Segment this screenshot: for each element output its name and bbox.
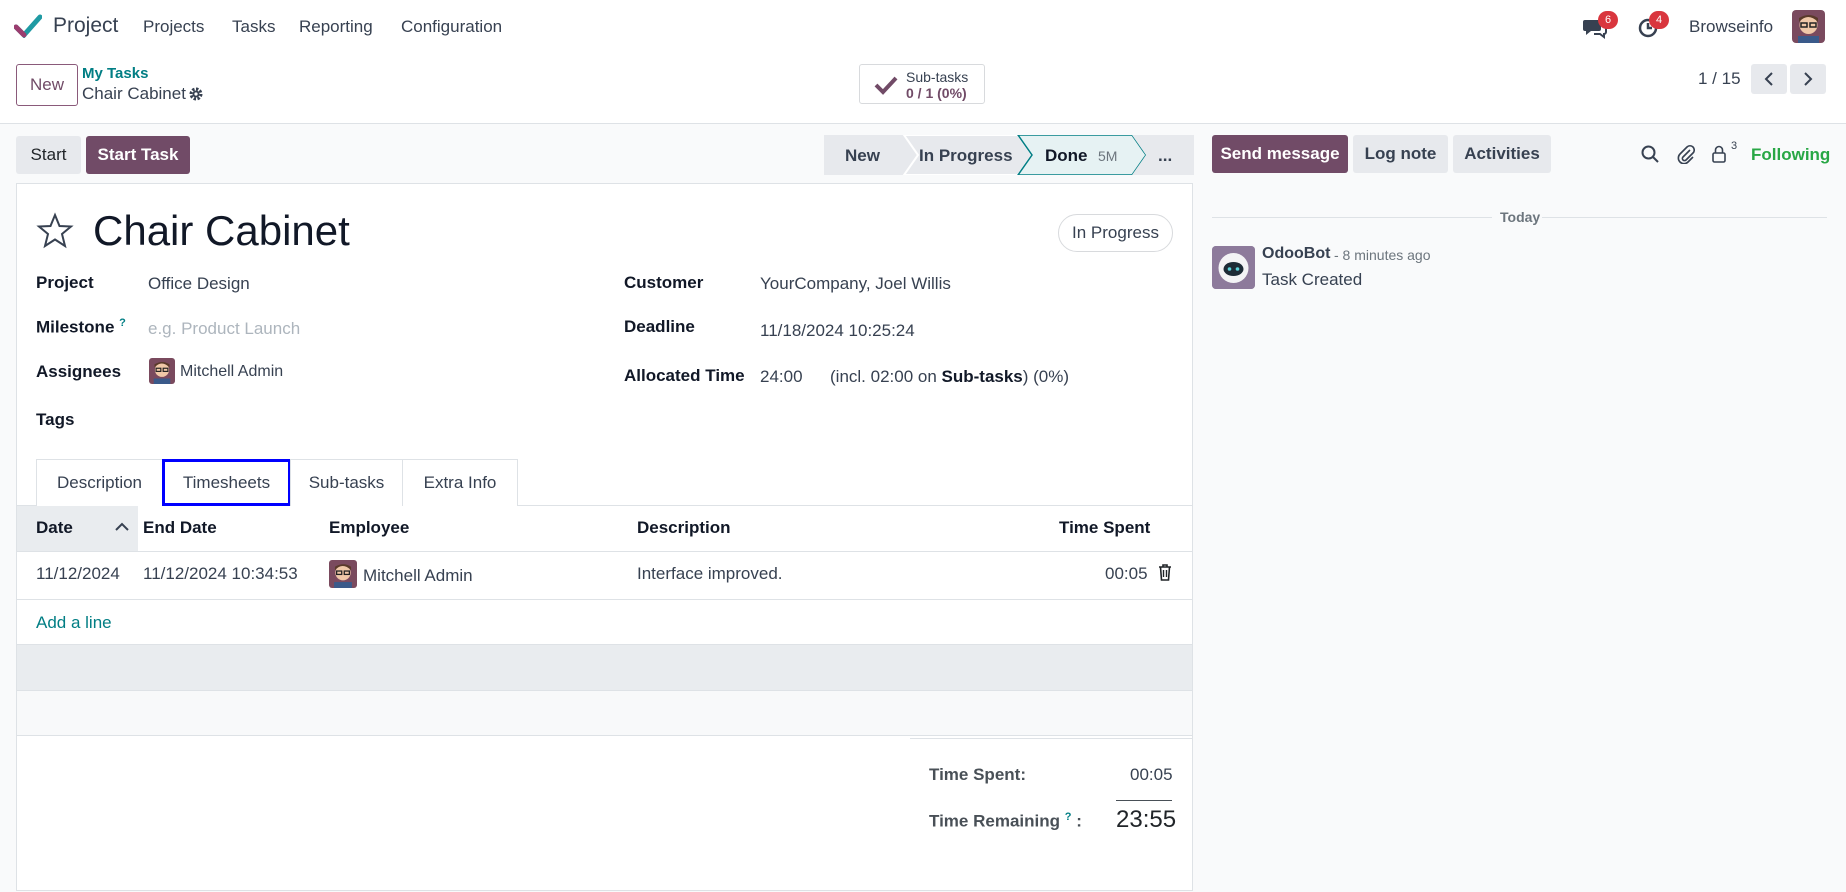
date-separator-line xyxy=(1212,217,1492,218)
user-avatar[interactable] xyxy=(1792,10,1825,43)
column-end-date[interactable]: End Date xyxy=(143,518,217,538)
date-separator-line xyxy=(1542,217,1827,218)
menu-reporting[interactable]: Reporting xyxy=(299,17,373,37)
tab-extra-info[interactable]: Extra Info xyxy=(402,459,518,506)
empty-row xyxy=(17,645,1192,690)
time-remaining-help-icon[interactable]: ? xyxy=(1065,811,1072,823)
breadcrumb-current: Chair Cabinet xyxy=(82,84,186,103)
pager-next-button[interactable] xyxy=(1790,64,1826,94)
start-task-button[interactable]: Start Task xyxy=(86,136,190,174)
lock-followers-icon[interactable] xyxy=(1711,145,1727,163)
row-divider xyxy=(17,735,1192,736)
check-icon xyxy=(874,76,898,95)
time-spent-total: 00:05 xyxy=(1130,765,1173,784)
add-line-link[interactable]: Add a line xyxy=(36,613,112,633)
search-icon[interactable] xyxy=(1641,145,1659,163)
row-time-spent[interactable]: 00:05 xyxy=(1105,564,1148,584)
customer-label: Customer xyxy=(624,273,704,292)
new-button[interactable]: New xyxy=(16,64,78,106)
tab-timesheets[interactable]: Timesheets xyxy=(162,459,291,506)
tab-subtasks[interactable]: Sub-tasks xyxy=(290,459,403,506)
menu-tasks[interactable]: Tasks xyxy=(232,17,275,37)
tab-description[interactable]: Description xyxy=(36,459,163,506)
row-divider xyxy=(17,599,1192,600)
header-divider-line xyxy=(17,551,1192,552)
employee-avatar xyxy=(329,560,357,588)
message-time: - 8 minutes ago xyxy=(1334,247,1431,263)
milestone-label: Milestone ? xyxy=(36,317,126,337)
start-button[interactable]: Start xyxy=(16,136,81,174)
stage-done-duration: 5M xyxy=(1098,148,1118,164)
followers-count: 3 xyxy=(1731,140,1738,152)
assignee-name[interactable]: Mitchell Admin xyxy=(180,363,283,381)
pager-value[interactable]: 1 / 15 xyxy=(1698,69,1741,89)
activities-button[interactable]: Activities xyxy=(1453,135,1551,173)
task-title[interactable]: Chair Cabinet xyxy=(93,207,350,255)
project-label: Project xyxy=(36,273,94,292)
subtasks-label: Sub-tasks xyxy=(906,69,969,85)
milestone-field[interactable]: e.g. Product Launch xyxy=(148,319,300,339)
app-name[interactable]: Project xyxy=(53,14,118,38)
stage-more[interactable]: ... xyxy=(1158,146,1172,166)
messages-badge: 6 xyxy=(1598,11,1618,29)
assignee-avatar[interactable] xyxy=(149,358,175,384)
following-button[interactable]: Following xyxy=(1751,145,1830,165)
empty-row xyxy=(17,691,1192,736)
message-body: Task Created xyxy=(1262,270,1363,289)
stage-done[interactable]: Done xyxy=(1045,146,1088,166)
column-employee[interactable]: Employee xyxy=(329,518,409,538)
date-separator: Today xyxy=(1500,209,1541,225)
remaining-rule xyxy=(1116,800,1172,801)
subtasks-value: 0 / 1 (0%) xyxy=(906,85,967,101)
pager-previous-button[interactable] xyxy=(1751,64,1787,94)
totals-divider xyxy=(910,738,1192,739)
deadline-label: Deadline xyxy=(624,317,695,336)
allocated-subtasks-link: Sub-tasks xyxy=(941,367,1023,386)
menu-projects[interactable]: Projects xyxy=(143,17,204,37)
task-state-badge[interactable]: In Progress xyxy=(1058,214,1173,252)
allocated-time-label: Allocated Time xyxy=(624,366,745,385)
row-date[interactable]: 11/12/2024 xyxy=(36,564,120,584)
star-icon[interactable] xyxy=(36,212,74,250)
row-end-date[interactable]: 11/12/2024 10:34:53 xyxy=(143,564,298,584)
message-author[interactable]: OdooBot xyxy=(1262,245,1330,263)
allocated-time-note: (incl. 02:00 on Sub-tasks) (0%) xyxy=(830,367,1070,386)
subtasks-smart-button[interactable]: Sub-tasks 0 / 1 (0%) xyxy=(859,64,985,104)
trash-icon[interactable] xyxy=(1158,564,1172,581)
paperclip-icon[interactable] xyxy=(1677,144,1695,164)
odoobot-avatar[interactable] xyxy=(1212,246,1255,289)
time-remaining-label: Time Remaining ? : xyxy=(929,811,1082,831)
chevron-right-icon xyxy=(1804,72,1813,86)
tags-label: Tags xyxy=(36,410,75,429)
time-spent-total-label: Time Spent: xyxy=(929,765,1026,784)
log-note-button[interactable]: Log note xyxy=(1353,135,1448,173)
column-time-spent[interactable]: Time Spent xyxy=(1059,518,1150,538)
deadline-field[interactable]: 11/18/2024 10:25:24 xyxy=(760,321,915,341)
column-date[interactable]: Date xyxy=(36,518,73,538)
activities-badge: 4 xyxy=(1649,11,1669,29)
project-logo-icon[interactable] xyxy=(14,14,42,38)
chevron-left-icon xyxy=(1764,72,1773,86)
sort-ascending-icon[interactable] xyxy=(114,520,130,534)
row-employee[interactable]: Mitchell Admin xyxy=(363,566,473,586)
customer-field[interactable]: YourCompany, Joel Willis xyxy=(760,274,951,294)
column-description[interactable]: Description xyxy=(637,518,731,538)
allocated-time-field[interactable]: 24:00 xyxy=(760,367,803,387)
project-field[interactable]: Office Design xyxy=(148,274,250,294)
top-navbar: Project Projects Tasks Reporting Configu… xyxy=(0,0,1846,54)
assignees-label: Assignees xyxy=(36,362,122,381)
send-message-button[interactable]: Send message xyxy=(1212,135,1348,173)
stage-in-progress[interactable]: In Progress xyxy=(919,146,1013,166)
time-remaining-value: 23:55 xyxy=(1116,806,1177,833)
row-description[interactable]: Interface improved. xyxy=(637,564,783,584)
breadcrumb-my-tasks[interactable]: My Tasks xyxy=(82,65,148,82)
menu-configuration[interactable]: Configuration xyxy=(401,17,502,37)
stage-new[interactable]: New xyxy=(845,146,880,166)
company-name[interactable]: Browseinfo xyxy=(1689,17,1773,37)
milestone-help-icon[interactable]: ? xyxy=(119,317,126,329)
gear-icon[interactable] xyxy=(188,86,204,102)
